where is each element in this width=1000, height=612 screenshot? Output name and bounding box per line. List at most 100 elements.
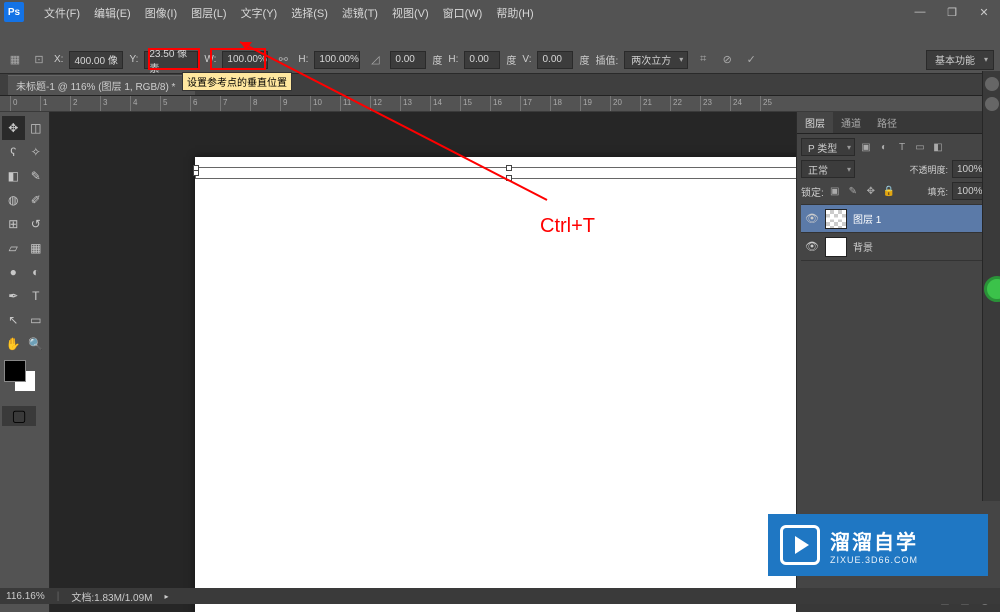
h-skew-field[interactable]: 0.00 xyxy=(464,51,500,69)
y-field[interactable]: 23.50 像素 xyxy=(144,51,198,69)
lock-label: 锁定: xyxy=(801,184,824,199)
h-label: H: xyxy=(298,54,308,65)
transform-handle-bm[interactable] xyxy=(506,175,512,181)
y-label: Y: xyxy=(129,54,138,65)
canvas-area[interactable]: Ctrl+T xyxy=(50,112,796,612)
brush-tool[interactable]: ✐ xyxy=(25,188,48,212)
workspace-dropdown[interactable]: 基本功能 xyxy=(926,50,994,70)
layer-name: 背景 xyxy=(853,239,873,254)
w-field[interactable]: 100.00% xyxy=(222,51,268,69)
menu-filter[interactable]: 滤镜(T) xyxy=(336,3,384,23)
shape-tool[interactable]: ▭ xyxy=(25,308,48,332)
filter-adjust-icon[interactable]: ◐ xyxy=(877,140,891,154)
maximize-button[interactable]: ❐ xyxy=(940,3,964,21)
ruler-horizontal: 0 1 2 3 4 5 6 7 8 9 10 11 12 13 14 15 16… xyxy=(0,96,1000,112)
link-icon[interactable]: ⚯ xyxy=(274,51,292,69)
interp-label: 插值: xyxy=(595,52,618,67)
layer-row[interactable]: 👁 背景 🔒 xyxy=(801,233,996,261)
lasso-tool[interactable]: ʕ xyxy=(2,140,25,164)
menu-window[interactable]: 窗口(W) xyxy=(437,3,489,23)
interpolation-dropdown[interactable]: 两次立方 xyxy=(624,51,688,69)
opacity-label: 不透明度: xyxy=(909,163,948,176)
menu-view[interactable]: 视图(V) xyxy=(386,3,435,23)
commit-transform-icon[interactable]: ✓ xyxy=(742,51,760,69)
annotation-ctrl-t: Ctrl+T xyxy=(540,215,595,238)
blur-tool[interactable]: ● xyxy=(2,260,25,284)
minimize-button[interactable]: — xyxy=(908,3,932,21)
menu-file[interactable]: 文件(F) xyxy=(38,3,86,23)
watermark-sub: ZIXUE.3D66.COM xyxy=(830,555,918,565)
status-bar: 116.16% | 文档:1.83M/1.09M ▸ xyxy=(0,588,1000,604)
pen-tool[interactable]: ✒ xyxy=(2,284,25,308)
foreground-color-swatch[interactable] xyxy=(4,360,26,382)
stamp-tool[interactable]: ⊞ xyxy=(2,212,25,236)
hand-tool[interactable]: ✋ xyxy=(2,332,25,356)
layer-name: 图层 1 xyxy=(853,211,881,226)
eyedropper-tool[interactable]: ✎ xyxy=(25,164,48,188)
rotation-field[interactable]: 0.00 xyxy=(390,51,426,69)
layer-thumbnail[interactable] xyxy=(825,237,847,257)
watermark: 溜溜自学 ZIXUE.3D66.COM xyxy=(768,514,988,576)
warp-icon[interactable]: ⌗ xyxy=(694,51,712,69)
menu-bar: 文件(F) 编辑(E) 图像(I) 图层(L) 文字(Y) 选择(S) 滤镜(T… xyxy=(28,2,540,24)
heal-tool[interactable]: ◍ xyxy=(2,188,25,212)
quickmask-toggle[interactable]: ▢ xyxy=(2,406,36,426)
lock-pixel-icon[interactable]: ✎ xyxy=(846,184,860,198)
filter-smart-icon[interactable]: ◧ xyxy=(931,140,945,154)
lock-all-icon[interactable]: 🔒 xyxy=(882,184,896,198)
type-tool[interactable]: T xyxy=(25,284,48,308)
crop-tool[interactable]: ◧ xyxy=(2,164,25,188)
document-tab[interactable]: 未标题-1 @ 116% (图层 1, RGB/8) * × xyxy=(8,75,195,95)
color-swatches[interactable] xyxy=(2,360,42,400)
menu-type[interactable]: 文字(Y) xyxy=(235,3,284,23)
close-button[interactable]: ✕ xyxy=(972,3,996,21)
document-tab-label: 未标题-1 @ 116% (图层 1, RGB/8) * xyxy=(16,78,175,93)
move-tool[interactable]: ✥ xyxy=(2,116,25,140)
zoom-level[interactable]: 116.16% xyxy=(6,591,45,602)
transform-tool-icon[interactable]: ▦ xyxy=(6,51,24,69)
visibility-icon[interactable]: 👁 xyxy=(805,240,819,253)
doc-size[interactable]: 文档:1.83M/1.09M xyxy=(71,589,152,604)
panel-icon[interactable] xyxy=(985,77,999,91)
transform-handle-tm[interactable] xyxy=(506,165,512,171)
v-skew-field[interactable]: 0.00 xyxy=(537,51,573,69)
menu-layer[interactable]: 图层(L) xyxy=(185,3,232,23)
layer-filter-kind[interactable]: P 类型 xyxy=(801,138,855,156)
menu-edit[interactable]: 编辑(E) xyxy=(88,3,137,23)
visibility-icon[interactable]: 👁 xyxy=(805,212,819,225)
zoom-tool[interactable]: 🔍 xyxy=(25,332,48,356)
filter-type-icon[interactable]: T xyxy=(895,140,909,154)
filter-pixel-icon[interactable]: ▣ xyxy=(859,140,873,154)
reference-point-icon[interactable]: ⊡ xyxy=(30,51,48,69)
tab-layers[interactable]: 图层 xyxy=(797,112,833,133)
x-field[interactable]: 400.00 像 xyxy=(69,51,123,69)
lock-position-icon[interactable]: ✥ xyxy=(864,184,878,198)
history-brush-tool[interactable]: ↺ xyxy=(25,212,48,236)
h-field[interactable]: 100.00% xyxy=(314,51,360,69)
panel-icon[interactable] xyxy=(985,97,999,111)
document-canvas[interactable] xyxy=(195,157,796,612)
menu-image[interactable]: 图像(I) xyxy=(139,3,183,23)
tab-paths[interactable]: 路径 xyxy=(869,112,905,133)
gradient-tool[interactable]: ▦ xyxy=(25,236,48,260)
magic-wand-tool[interactable]: ✧ xyxy=(25,140,48,164)
eraser-tool[interactable]: ▱ xyxy=(2,236,25,260)
rot-unit: 度 xyxy=(432,52,442,67)
tab-channels[interactable]: 通道 xyxy=(833,112,869,133)
menu-select[interactable]: 选择(S) xyxy=(285,3,334,23)
marquee-tool[interactable]: ◫ xyxy=(25,116,48,140)
blend-mode-dropdown[interactable]: 正常 xyxy=(801,160,855,178)
cancel-transform-icon[interactable]: ⊘ xyxy=(718,51,736,69)
transform-bounding-box[interactable] xyxy=(195,167,796,179)
layer-list: 👁 图层 1 👁 背景 🔒 xyxy=(801,204,996,261)
transform-handle-ml[interactable] xyxy=(193,170,199,176)
dodge-tool[interactable]: ◐ xyxy=(25,260,48,284)
lock-transparency-icon[interactable]: ▣ xyxy=(828,184,842,198)
filter-shape-icon[interactable]: ▭ xyxy=(913,140,927,154)
document-tab-row: 未标题-1 @ 116% (图层 1, RGB/8) * × xyxy=(0,74,1000,96)
layer-row[interactable]: 👁 图层 1 xyxy=(801,205,996,233)
layer-thumbnail[interactable] xyxy=(825,209,847,229)
path-select-tool[interactable]: ↖ xyxy=(2,308,25,332)
watermark-logo-icon xyxy=(780,525,820,565)
menu-help[interactable]: 帮助(H) xyxy=(490,3,539,23)
